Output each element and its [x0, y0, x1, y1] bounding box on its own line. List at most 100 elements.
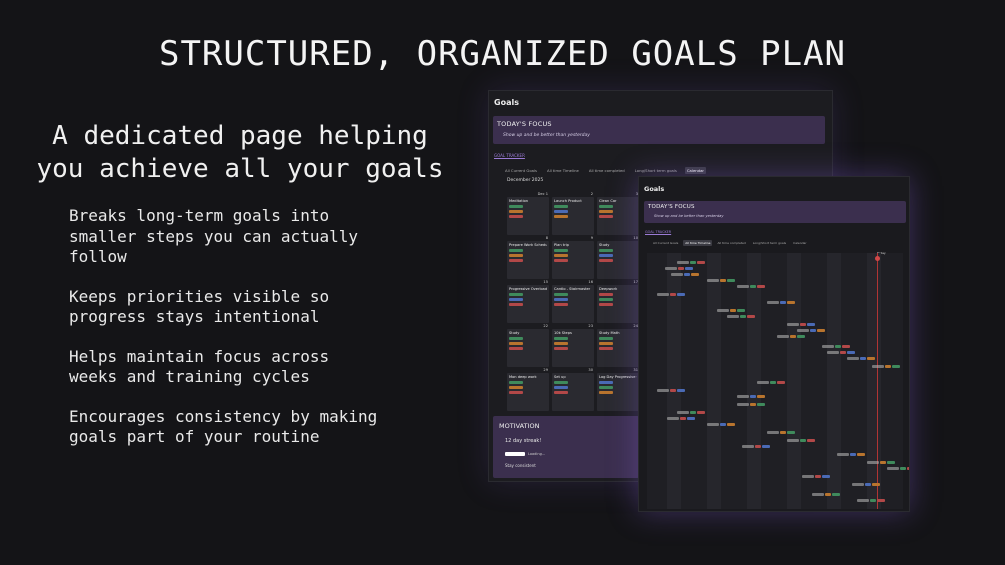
todays-focus-callout: TODAY'S FOCUS Show up and be better than… — [493, 116, 825, 144]
calendar-day-cell[interactable]: 24 Study Math — [597, 324, 639, 367]
goal-tag — [554, 215, 568, 218]
timeline-goal-bar[interactable] — [767, 301, 795, 304]
timeline-goal-bar[interactable] — [767, 431, 795, 434]
goal-title: 10k Steps — [554, 331, 572, 335]
tab-calendar[interactable]: Calendar — [791, 240, 809, 246]
timeline-goal-bar[interactable] — [727, 315, 755, 318]
calendar-day-cell[interactable]: 29 Mon deep work — [507, 368, 549, 411]
today-marker-dot — [875, 256, 880, 261]
calendar-day-cell[interactable]: 2 Launch Product — [552, 192, 594, 235]
calendar-day-cell[interactable]: 3 Clean Car — [597, 192, 639, 235]
goal-tag — [554, 293, 568, 296]
calendar-day-cell[interactable]: 17 Deepwork — [597, 280, 639, 323]
timeline-goal-bar[interactable] — [847, 357, 875, 360]
goal-tag — [509, 386, 523, 389]
goal-tracker-link[interactable]: GOAL TRACKER — [645, 230, 671, 234]
timeline-goal-bar[interactable] — [777, 335, 805, 338]
timeline-goal-bar[interactable] — [737, 403, 765, 406]
timeline-goal-bar[interactable] — [667, 417, 695, 420]
timeline-goal-bar[interactable] — [657, 293, 685, 296]
tab-long-short-term[interactable]: Long/Short term goals — [633, 167, 679, 174]
timeline-goal-bar[interactable] — [737, 285, 765, 288]
goal-tag — [599, 347, 613, 350]
focus-title: TODAY'S FOCUS — [497, 120, 552, 128]
calendar-day-cell[interactable]: 10 Study — [597, 236, 639, 279]
day-number: 16 — [588, 280, 593, 284]
goal-title: Meditation — [509, 199, 529, 203]
timeline-goal-bar[interactable] — [677, 261, 705, 264]
timeline-goal-bar[interactable] — [822, 345, 850, 348]
goal-title: Progressive Overload — [509, 287, 547, 291]
consistency-text: Stay consistent — [505, 463, 536, 468]
timeline-goal-bar[interactable] — [717, 309, 745, 312]
tab-all-time-timeline[interactable]: All time Timeline — [683, 240, 713, 246]
timeline-goal-bar[interactable] — [737, 395, 765, 398]
timeline-goal-bar[interactable] — [657, 389, 685, 392]
timeline-goal-bar[interactable] — [797, 329, 825, 332]
tab-all-time-completed[interactable]: All time completed — [587, 167, 627, 174]
goal-tag — [599, 381, 613, 384]
goal-tag — [554, 391, 568, 394]
calendar-day-cell[interactable]: Dec 1 Meditation — [507, 192, 549, 235]
calendar-day-cell[interactable]: 8 Prepare Work Schedule — [507, 236, 549, 279]
goals-timeline-screenshot: Goals TODAY'S FOCUS Show up and be bette… — [638, 176, 910, 512]
timeline-goal-bar[interactable] — [787, 323, 815, 326]
goal-tag — [554, 303, 568, 306]
goal-title: Prepare Work Schedule — [509, 243, 547, 247]
timeline-goal-bar[interactable] — [837, 453, 865, 456]
timeline-goal-bar[interactable] — [887, 467, 909, 470]
tab-all-current-goals[interactable]: All Current Goals — [503, 167, 539, 174]
timeline-goal-bar[interactable] — [707, 279, 735, 282]
goal-tag — [599, 259, 613, 262]
timeline-goal-bar[interactable] — [787, 439, 815, 442]
goal-title: Clean Car — [599, 199, 617, 203]
goal-tag — [599, 205, 613, 208]
calendar-day-cell[interactable]: 22 Study — [507, 324, 549, 367]
goal-tag — [554, 298, 568, 301]
calendar-day-cell[interactable]: 16 Cardio - Stairmaster — [552, 280, 594, 323]
timeline-goal-bar[interactable] — [812, 493, 840, 496]
goal-tag — [509, 215, 523, 218]
timeline-goal-bar[interactable] — [677, 411, 705, 414]
tab-long-short-term[interactable]: Long/Short term goals — [751, 240, 788, 246]
timeline-goal-bar[interactable] — [757, 381, 785, 384]
page-title: Goals — [644, 185, 665, 193]
calendar-month: December 2025 — [507, 178, 544, 183]
focus-subtitle: Show up and be better than yesterday — [654, 214, 724, 218]
goal-title: Launch Product — [554, 199, 582, 203]
timeline-goal-bar[interactable] — [802, 475, 830, 478]
focus-title: TODAY'S FOCUS — [648, 204, 695, 210]
timeline-goal-bar[interactable] — [857, 499, 885, 502]
tab-all-time-timeline[interactable]: All time Timeline — [545, 167, 581, 174]
timeline-week-column — [827, 253, 841, 509]
goal-tracker-link[interactable]: GOAL TRACKER — [494, 153, 525, 158]
calendar-day-cell[interactable]: 31Log Day Progressive O... — [597, 368, 639, 411]
view-tabs: All Current Goals All time Timeline All … — [503, 167, 706, 174]
goal-tag — [599, 254, 613, 257]
tab-all-time-completed[interactable]: All time completed — [715, 240, 747, 246]
goal-tag — [554, 259, 568, 262]
goal-tag — [599, 342, 613, 345]
calendar-day-cell[interactable]: 15 Progressive Overload — [507, 280, 549, 323]
today-marker-line — [877, 253, 878, 509]
day-number: 2 — [590, 192, 593, 196]
timeline-goal-bar[interactable] — [852, 483, 880, 486]
focus-subtitle: Show up and be better than yesterday — [503, 133, 590, 138]
goal-tag — [509, 337, 523, 340]
calendar-day-cell[interactable]: 9 Plan trip — [552, 236, 594, 279]
tab-all-current-goals[interactable]: All Current Goals — [651, 240, 680, 246]
timeline-goal-bar[interactable] — [671, 273, 699, 276]
timeline-goal-bar[interactable] — [867, 461, 895, 464]
goal-title: Plan trip — [554, 243, 569, 247]
timeline-goal-bar[interactable] — [827, 351, 855, 354]
streak-progress-bar — [505, 452, 525, 456]
goal-tag — [509, 210, 523, 213]
tab-calendar[interactable]: Calendar — [684, 167, 706, 174]
calendar-day-cell[interactable]: 23 10k Steps — [552, 324, 594, 367]
timeline-goal-bar[interactable] — [872, 365, 900, 368]
timeline-goal-bar[interactable] — [707, 423, 735, 426]
timeline-goal-bar[interactable] — [665, 267, 693, 270]
timeline-goal-bar[interactable] — [742, 445, 770, 448]
day-number: 29 — [543, 368, 548, 372]
calendar-day-cell[interactable]: 30 Set up — [552, 368, 594, 411]
